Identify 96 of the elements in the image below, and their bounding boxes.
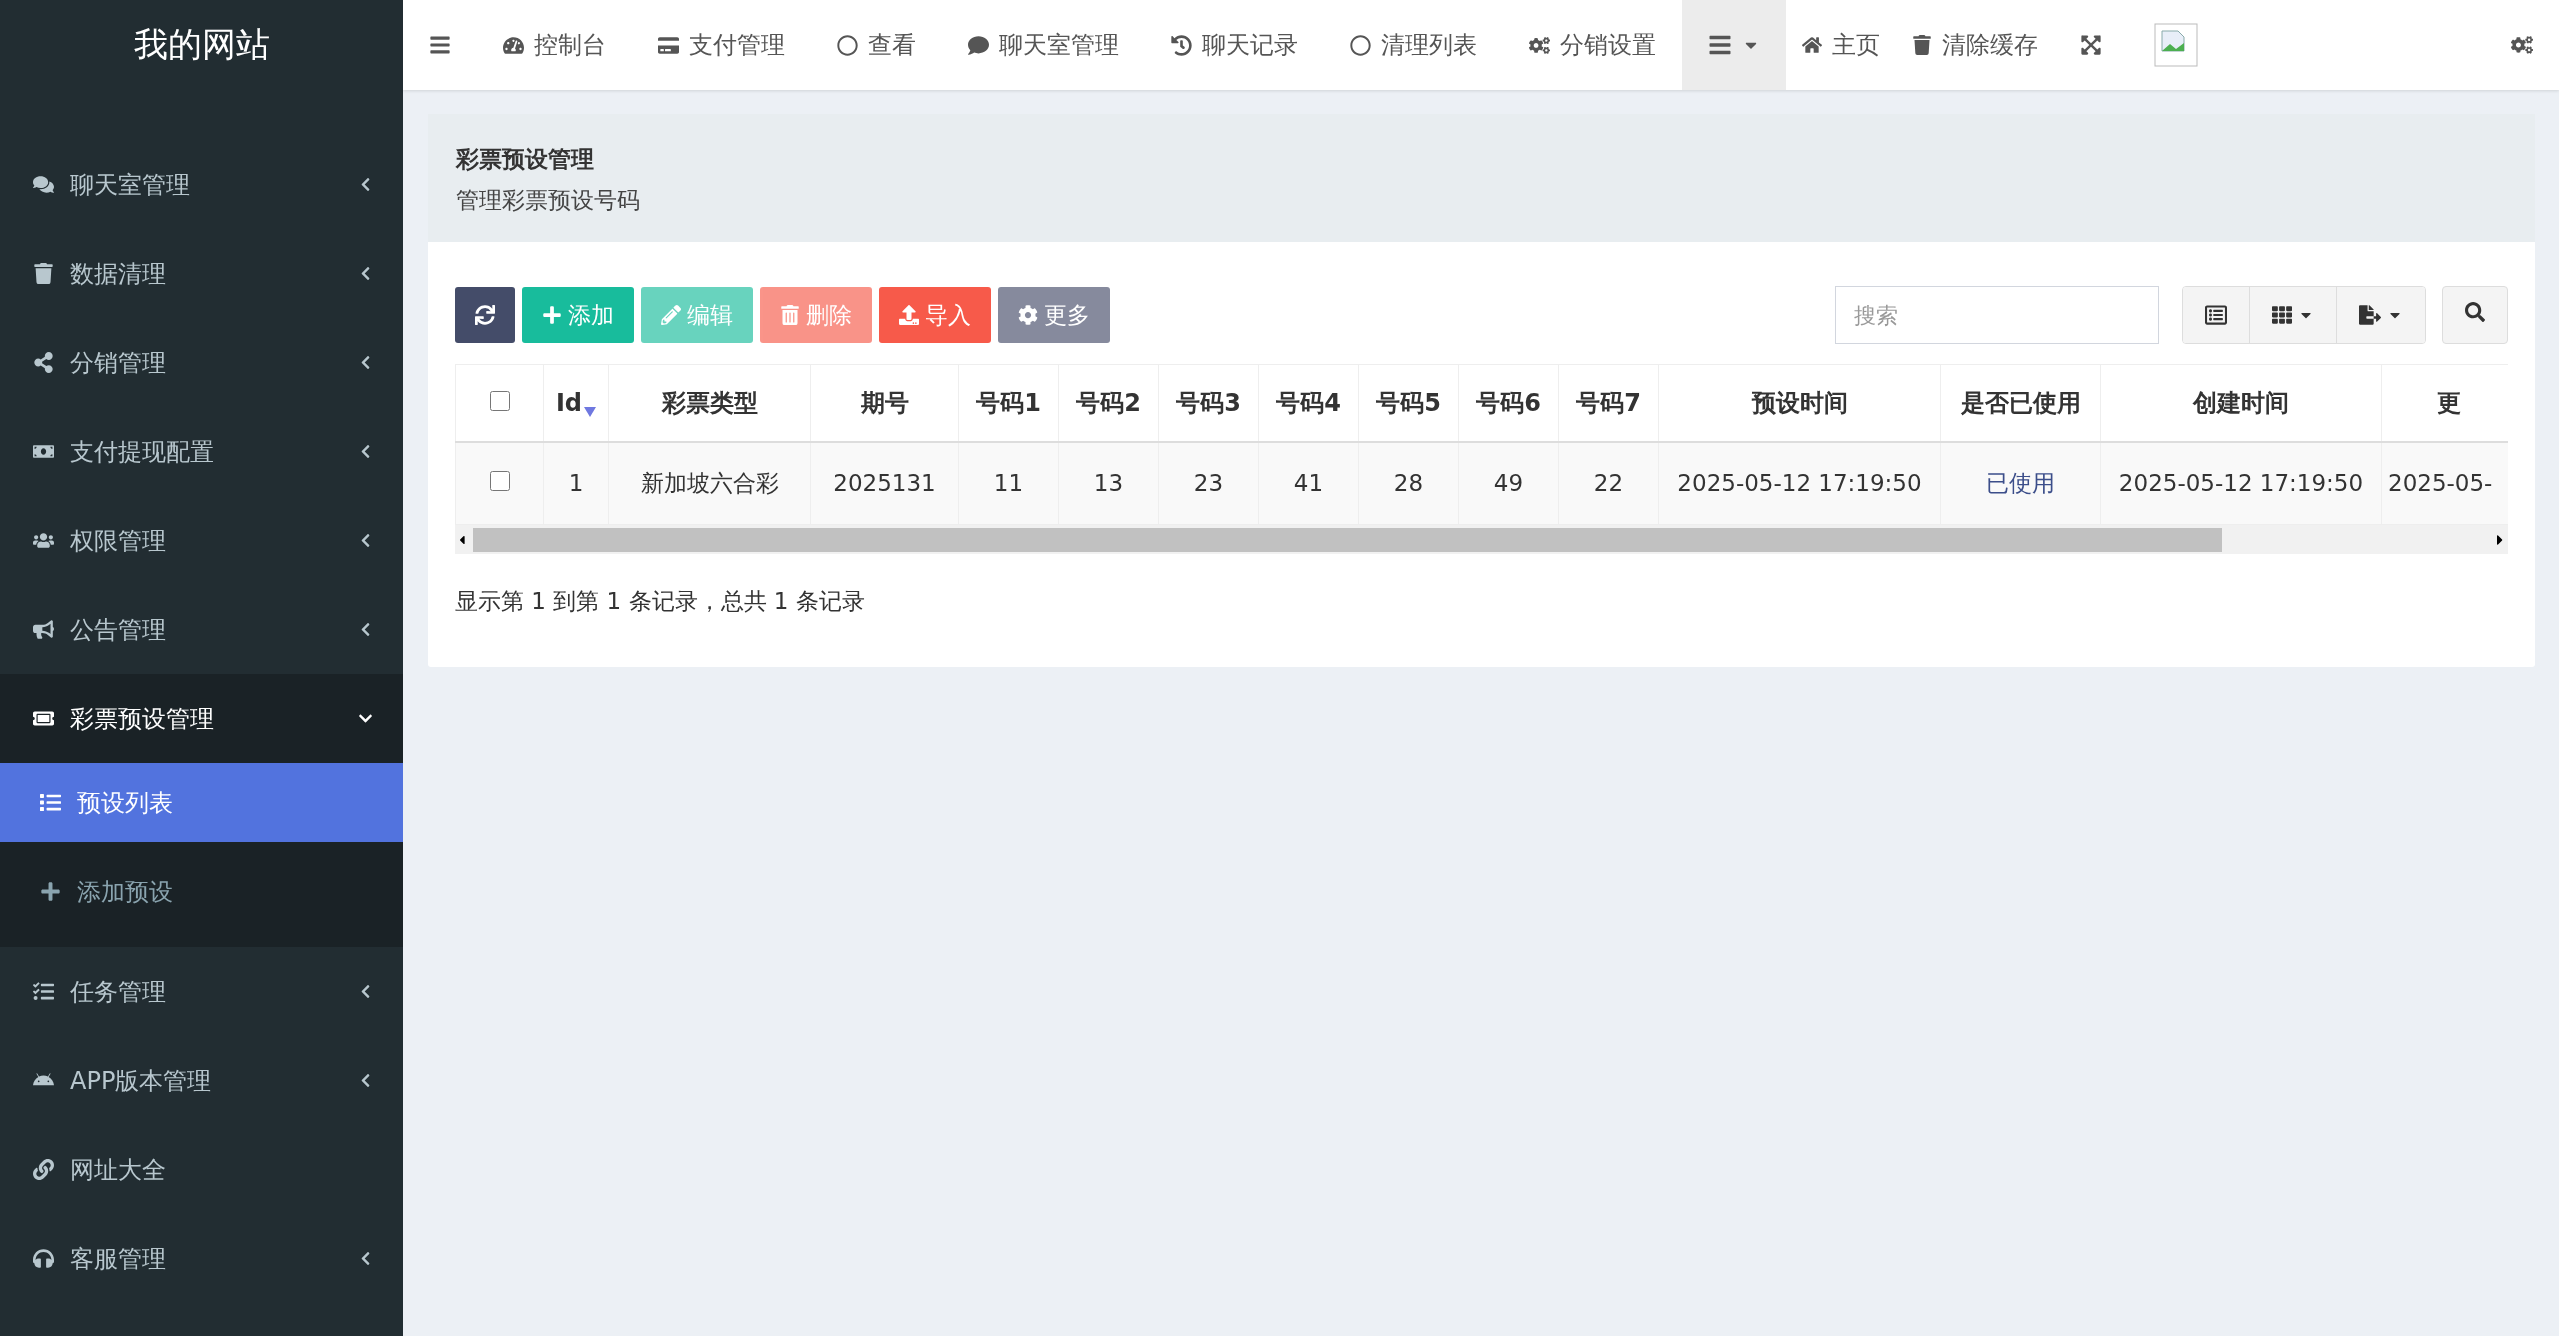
nav-link[interactable]: 聊天室管理 <box>942 0 1145 90</box>
nav-link[interactable]: 查看 <box>811 0 942 90</box>
refresh-icon <box>475 305 495 325</box>
select-all-checkbox[interactable] <box>489 390 510 411</box>
table-cell: 2025-05- <box>2381 441 2508 525</box>
table-cell: 49 <box>1458 441 1559 525</box>
headphones-icon <box>32 1248 54 1269</box>
list-icon <box>1708 33 1732 57</box>
sidebar-item[interactable]: 权限管理 <box>0 496 403 585</box>
status-label: 已使用 <box>1940 441 2101 525</box>
toggle-view-button[interactable] <box>2183 287 2249 343</box>
column-header[interactable]: 是否已使用 <box>1940 364 2101 442</box>
sidebar-subitem[interactable]: 预设列表 <box>0 763 403 842</box>
horizontal-scrollbar[interactable] <box>455 525 2508 554</box>
table-cell: 2025-05-12 17:19:50 <box>2100 441 2382 525</box>
nav-link[interactable]: 控制台 <box>477 0 632 90</box>
column-header[interactable]: Id <box>543 364 609 442</box>
table-cell: 41 <box>1258 441 1359 525</box>
nav-link[interactable]: 分销设置 <box>1503 0 1682 90</box>
sidebar-item[interactable]: 网址大全 <box>0 1125 403 1214</box>
nav-link[interactable]: 主页 <box>1786 0 1896 90</box>
sidebar-item[interactable]: 客服管理 <box>0 1214 403 1303</box>
column-header[interactable]: 号码1 <box>958 364 1059 442</box>
link-icon <box>32 1159 54 1180</box>
column-header[interactable]: 号码7 <box>1558 364 1659 442</box>
gears-icon <box>1529 34 1550 56</box>
column-header[interactable]: 创建时间 <box>2100 364 2382 442</box>
dashboard-icon <box>503 34 524 56</box>
sidebar-item[interactable]: 彩票预设管理 <box>0 674 403 763</box>
columns-button[interactable] <box>2249 287 2336 343</box>
row-checkbox[interactable] <box>489 471 510 492</box>
upload-icon <box>899 305 919 325</box>
column-header[interactable]: 号码6 <box>1458 364 1559 442</box>
refresh-button[interactable] <box>455 287 515 343</box>
home-icon <box>1802 35 1822 55</box>
trash-icon <box>1912 35 1932 55</box>
column-header[interactable]: 预设时间 <box>1658 364 1941 442</box>
sidebar-item[interactable]: 公告管理 <box>0 585 403 674</box>
nav-link[interactable]: 支付管理 <box>632 0 811 90</box>
column-header[interactable]: 期号 <box>810 364 959 442</box>
users-icon <box>32 530 54 551</box>
table-cell: 28 <box>1358 441 1459 525</box>
trash-icon <box>780 305 800 325</box>
sidebar-item[interactable]: 支付提现配置 <box>0 407 403 496</box>
megaphone-icon <box>32 619 54 640</box>
credit-card-icon <box>658 34 679 56</box>
tasks-icon <box>32 981 54 1002</box>
sidebar-item[interactable]: APP版本管理 <box>0 1036 403 1125</box>
list-icon <box>39 792 61 813</box>
search-icon <box>2465 302 2485 322</box>
column-header[interactable]: 号码4 <box>1258 364 1359 442</box>
page-subtitle: 管理彩票预设号码 <box>456 186 641 215</box>
site-title: 我的网站 <box>133 23 270 66</box>
speech-bubbles-icon <box>32 174 54 195</box>
sidebar-item[interactable]: 任务管理 <box>0 947 403 1036</box>
gear-icon <box>1018 305 1038 325</box>
history-icon <box>1171 34 1192 56</box>
search-button[interactable] <box>2442 286 2508 344</box>
speech-bubble-icon <box>968 34 989 56</box>
sidebar-item[interactable]: 分销管理 <box>0 318 403 407</box>
settings-icon <box>2511 34 2533 56</box>
export-button[interactable] <box>2336 287 2425 343</box>
list-icon <box>2205 304 2227 326</box>
table-cell: 2025131 <box>810 441 959 525</box>
table-cell: 13 <box>1058 441 1159 525</box>
dropdown-button[interactable] <box>1682 0 1786 90</box>
nav-link[interactable]: 聊天记录 <box>1145 0 1324 90</box>
trash-icon <box>32 263 54 284</box>
menu-icon <box>429 34 451 56</box>
table-cell: 23 <box>1158 441 1259 525</box>
column-header[interactable]: 更 <box>2381 364 2508 442</box>
pencil-icon <box>661 305 681 325</box>
sidebar-item[interactable]: 聊天室管理 <box>0 140 403 229</box>
plus-icon <box>39 881 61 902</box>
nav-link[interactable]: 清理列表 <box>1324 0 1503 90</box>
table-cell: 2025-05-12 17:19:50 <box>1658 441 1941 525</box>
column-header[interactable]: 号码3 <box>1158 364 1259 442</box>
expand-icon <box>2080 34 2102 56</box>
broken-image-icon <box>2154 23 2198 67</box>
nav-link[interactable]: 清除缓存 <box>1896 0 2054 90</box>
column-header[interactable]: 号码2 <box>1058 364 1159 442</box>
sidebar-item[interactable]: 数据清理 <box>0 229 403 318</box>
pagination-info: 显示第 1 到第 1 条记录，总共 1 条记录 <box>455 587 866 616</box>
table-cell: 新加坡六合彩 <box>608 441 811 525</box>
share-icon <box>32 352 54 373</box>
page-title: 彩票预设管理 <box>456 145 595 174</box>
grid-icon <box>2272 305 2292 325</box>
table-cell: 22 <box>1558 441 1659 525</box>
column-header[interactable]: 彩票类型 <box>608 364 811 442</box>
column-header[interactable]: 号码5 <box>1358 364 1459 442</box>
export-icon <box>2359 304 2381 326</box>
table-cell: 11 <box>958 441 1059 525</box>
search-field[interactable]: 搜索 <box>1835 286 2159 344</box>
sidebar-subitem[interactable]: 添加预设 <box>0 852 403 931</box>
plus-icon <box>542 305 562 325</box>
table-cell: 1 <box>543 441 609 525</box>
